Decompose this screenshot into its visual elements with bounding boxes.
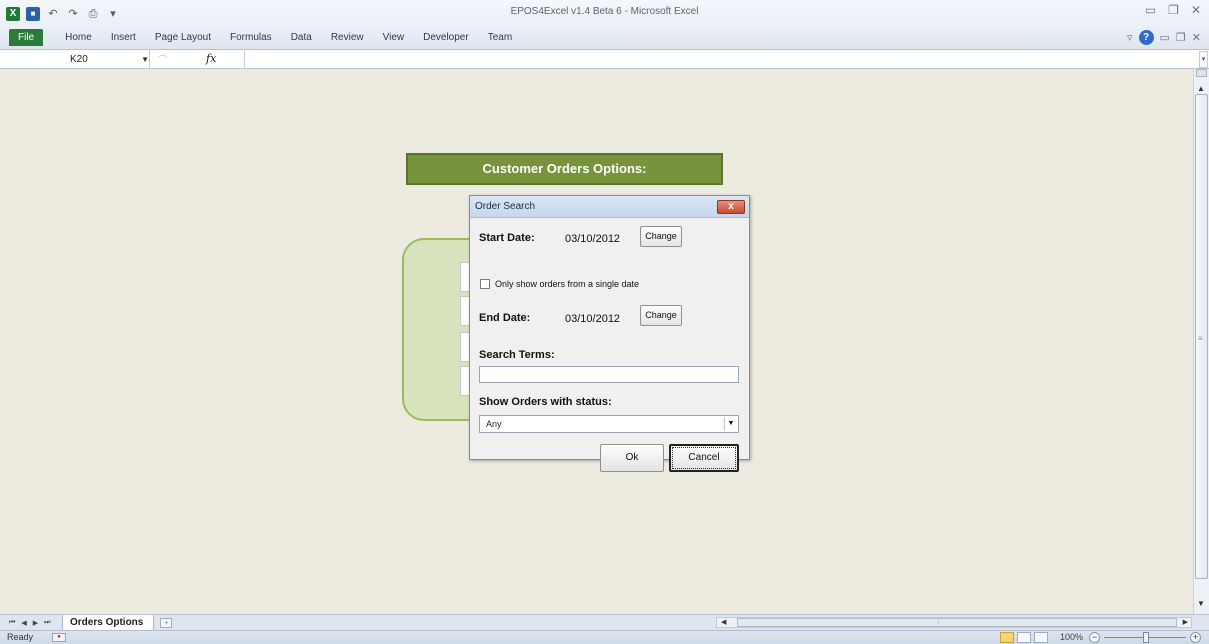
search-terms-input[interactable] (479, 366, 739, 383)
search-terms-label: Search Terms: (479, 349, 555, 361)
zoom-level[interactable]: 100% (1060, 632, 1083, 642)
scroll-left-icon[interactable]: ◀ (721, 618, 726, 626)
dialog-title: Order Search (475, 201, 536, 212)
ribbon: File Home Insert Page Layout Formulas Da… (0, 24, 1209, 50)
status-ready: Ready (7, 632, 34, 642)
macro-record-icon[interactable]: ● (52, 633, 66, 642)
scroll-up-icon[interactable]: ▲ (1197, 84, 1205, 93)
scroll-grip-icon: ⋮ (935, 618, 942, 625)
workbook-restore-icon[interactable]: ❐ (1176, 31, 1186, 44)
start-date-value: 03/10/2012 (565, 233, 621, 245)
ribbon-tabs: File Home Insert Page Layout Formulas Da… (0, 24, 1209, 50)
normal-view-icon[interactable] (1000, 632, 1014, 643)
dialog-body: Start Date: 03/10/2012 Change Only show … (470, 218, 749, 472)
insert-function-icon[interactable]: fx (206, 52, 216, 65)
next-sheet-icon[interactable]: ▶ (33, 619, 38, 627)
help-area: ▿ ? ▭ ❐ ✕ (1127, 30, 1201, 45)
end-date-label: End Date: (479, 312, 531, 324)
zoom-in-icon[interactable]: + (1190, 632, 1201, 643)
formula-bar: K20 ▼ ⌒ fx (0, 49, 1209, 69)
tab-data[interactable]: Data (291, 32, 312, 43)
order-search-dialog: Order Search x Start Date: 03/10/2012 Ch… (469, 195, 750, 472)
tab-developer[interactable]: Developer (423, 32, 469, 43)
page-break-view-icon[interactable] (1034, 632, 1048, 643)
first-sheet-icon[interactable]: ⏮ (9, 619, 15, 627)
sheet-tab-orders-options[interactable]: Orders Options (62, 614, 155, 631)
formula-cancel-icon[interactable]: ⌒ (158, 53, 167, 66)
end-date-value: 03/10/2012 (565, 313, 621, 325)
formula-bar-expand-icon[interactable]: ▾ (1199, 51, 1208, 68)
status-selected-value: Any (486, 419, 502, 429)
help-icon[interactable]: ? (1138, 30, 1154, 45)
tab-review[interactable]: Review (331, 32, 364, 43)
page-layout-view-icon[interactable] (1017, 632, 1031, 643)
workbook-close-icon[interactable]: ✕ (1192, 31, 1201, 44)
prev-sheet-icon[interactable]: ◀ (21, 619, 26, 627)
status-label: Show Orders with status: (479, 396, 612, 408)
horizontal-scroll-thumb[interactable] (737, 618, 1177, 627)
close-window-icon[interactable]: ✕ (1191, 3, 1201, 17)
tab-formulas[interactable]: Formulas (230, 32, 272, 43)
view-buttons (1000, 632, 1048, 643)
zoom-slider-thumb[interactable] (1143, 632, 1149, 643)
tab-file[interactable]: File (9, 28, 44, 46)
name-box-dropdown-icon[interactable]: ▼ (141, 50, 149, 69)
window-title: EPOS4Excel v1.4 Beta 6 - Microsoft Excel (510, 6, 699, 17)
start-date-change-button[interactable]: Change (640, 226, 682, 247)
workbook-minimize-icon[interactable]: ▭ (1160, 31, 1170, 44)
scroll-down-icon[interactable]: ▼ (1197, 599, 1205, 608)
status-select[interactable]: Any ▼ (479, 415, 739, 433)
name-box[interactable]: K20 ▼ (0, 49, 150, 69)
start-date-label: Start Date: (479, 232, 535, 244)
name-box-value: K20 (70, 53, 88, 65)
tab-team[interactable]: Team (488, 32, 512, 43)
tab-page-layout[interactable]: Page Layout (155, 32, 211, 43)
restore-icon[interactable]: ❐ (1168, 3, 1179, 17)
cancel-button[interactable]: Cancel (669, 444, 739, 472)
horizontal-scrollbar[interactable]: ◀ ⋮ ▶ (716, 617, 1192, 628)
insert-sheet-icon[interactable]: + (160, 617, 173, 628)
split-handle[interactable] (1196, 69, 1207, 77)
dialog-close-button[interactable]: x (717, 200, 745, 214)
ok-button[interactable]: Ok (600, 444, 664, 472)
single-date-row[interactable]: Only show orders from a single date (480, 279, 639, 289)
tab-insert[interactable]: Insert (111, 32, 136, 43)
chevron-down-icon[interactable]: ▼ (724, 417, 737, 431)
customer-orders-header: Customer Orders Options: (406, 153, 723, 185)
end-date-change-button[interactable]: Change (640, 305, 682, 326)
single-date-label: Only show orders from a single date (495, 279, 640, 289)
tab-home[interactable]: Home (65, 32, 92, 43)
window-controls: ▭ ❐ ✕ (1145, 3, 1201, 17)
sheet-nav-arrows: ⏮ ◀ ▶ ⏭ (0, 619, 62, 627)
status-bar: Ready ● 100% − + (0, 630, 1209, 644)
dialog-title-bar[interactable]: Order Search x (470, 196, 749, 218)
minimize-icon[interactable]: ▭ (1145, 3, 1156, 17)
scroll-grip-icon: ≡ (1198, 334, 1203, 343)
single-date-checkbox[interactable] (480, 279, 490, 289)
scroll-right-icon[interactable]: ▶ (1183, 618, 1188, 626)
tab-view[interactable]: View (383, 32, 405, 43)
ribbon-minimize-icon[interactable]: ▿ (1127, 31, 1133, 44)
formula-input[interactable] (245, 50, 1209, 69)
fx-area: ⌒ fx (150, 49, 245, 69)
zoom-out-icon[interactable]: − (1089, 632, 1100, 643)
last-sheet-icon[interactable]: ⏭ (44, 619, 50, 627)
vertical-scrollbar[interactable]: ▲ ≡ ▼ (1193, 69, 1209, 614)
